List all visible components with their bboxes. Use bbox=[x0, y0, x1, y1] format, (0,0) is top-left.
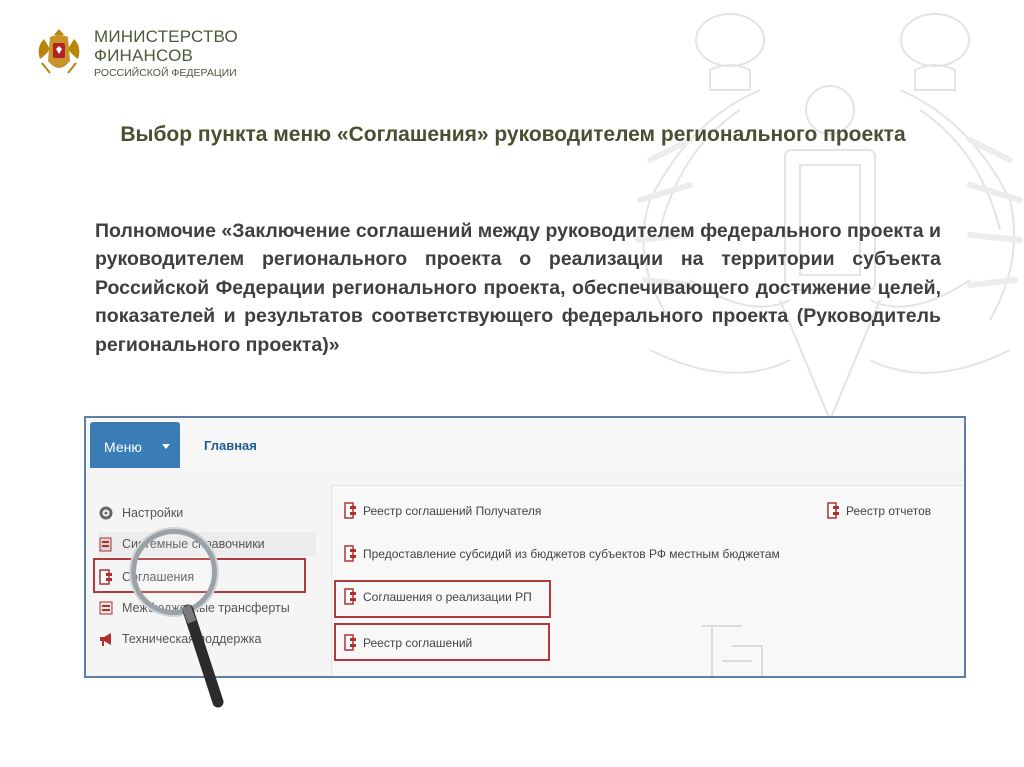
document-icon bbox=[344, 545, 357, 562]
megaphone-icon bbox=[98, 631, 114, 647]
description-paragraph: Полномочие «Заключение соглашений между … bbox=[95, 220, 941, 356]
chevron-down-icon bbox=[162, 444, 170, 449]
magnifier-icon bbox=[129, 527, 224, 708]
link-label: Реестр отчетов bbox=[846, 503, 932, 518]
gear-icon bbox=[98, 505, 114, 521]
document-icon bbox=[344, 502, 357, 519]
home-link[interactable]: Главная bbox=[204, 438, 257, 453]
sidebar-item-label: Настройки bbox=[122, 506, 184, 520]
ministry-emblem-logo bbox=[38, 29, 80, 74]
document-icon bbox=[827, 502, 840, 519]
menu-button-label: Меню bbox=[104, 439, 142, 455]
org-name-line3: РОССИЙСКОЙ ФЕДЕРАЦИИ bbox=[94, 67, 237, 79]
transfer-icon bbox=[98, 600, 114, 616]
org-name-line1: МИНИСТЕРСТВО bbox=[94, 27, 238, 46]
panel-watermark bbox=[702, 625, 763, 676]
org-name-line2: ФИНАНСОВ bbox=[94, 46, 194, 65]
link-label: Реестр соглашений Получателя bbox=[363, 503, 542, 518]
highlight-agreements-registry bbox=[334, 623, 550, 661]
link-subsidies[interactable]: Предоставление субсидий из бюджетов субъ… bbox=[344, 545, 780, 562]
link-recipient-agreements-registry[interactable]: Реестр соглашений Получателя bbox=[344, 502, 541, 519]
slide-title: Выбор пункта меню «Соглашения» руководит… bbox=[120, 123, 906, 146]
book-icon bbox=[98, 536, 114, 552]
highlight-rp-agreements bbox=[334, 580, 551, 618]
link-label: Предоставление субсидий из бюджетов субъ… bbox=[363, 546, 780, 561]
menu-button[interactable]: Меню bbox=[90, 422, 180, 468]
link-reports-registry[interactable]: Реестр отчетов bbox=[827, 502, 931, 519]
app-topbar: Меню Главная bbox=[86, 418, 964, 468]
